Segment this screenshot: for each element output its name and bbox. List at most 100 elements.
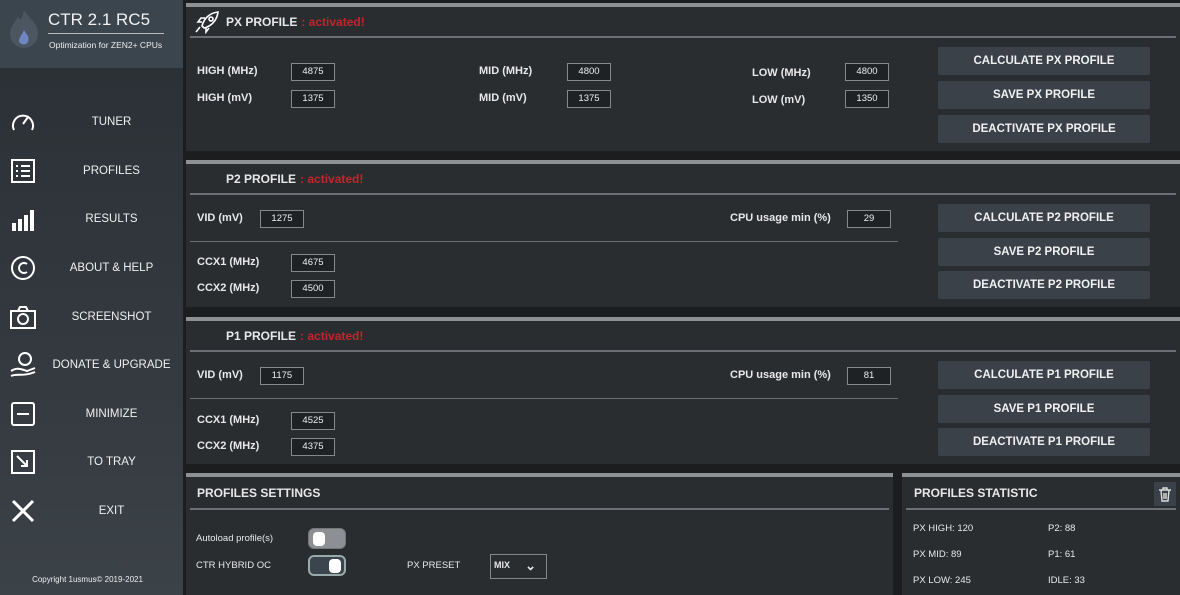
low-mv-label: LOW (mV) [752, 94, 806, 106]
stat-p2: P2: 88 [1048, 523, 1076, 534]
list-icon [11, 159, 35, 183]
ccx1-input[interactable]: 4675 [291, 254, 335, 272]
cpu-usage-input[interactable]: 29 [847, 210, 891, 228]
copyright: Copyright 1usmus© 2019-2021 [32, 575, 143, 584]
sidebar: CTR 2.1 RC5 Optimization for ZEN2+ CPUs … [0, 0, 183, 595]
camera-icon [10, 306, 36, 329]
nav-results[interactable]: RESULTS [0, 199, 183, 239]
nav-about[interactable]: ABOUT & HELP [0, 248, 183, 288]
nav-label: PROFILES [83, 165, 140, 177]
rocket-icon [195, 10, 219, 34]
nav-minimize[interactable]: MINIMIZE [0, 394, 183, 434]
brand-header: CTR 2.1 RC5 Optimization for ZEN2+ CPUs [0, 0, 183, 68]
deactivate-px-button[interactable]: DEACTIVATE PX PROFILE [938, 115, 1150, 143]
status-text: : activated! [300, 328, 364, 343]
nav-donate[interactable]: DONATE & UPGRADE [0, 345, 183, 385]
mid-mv-label: MID (mV) [479, 92, 527, 104]
p2-header: P2 PROFILE: activated! [190, 164, 1176, 195]
mid-mhz-label: MID (MHz) [479, 65, 533, 77]
stat-idle: IDLE: 33 [1048, 575, 1085, 586]
chevron-down-icon: ⌄ [525, 558, 536, 573]
save-p1-button[interactable]: SAVE P1 PROFILE [938, 395, 1150, 423]
nav-to-tray[interactable]: TO TRAY [0, 442, 183, 482]
stats-header: PROFILES STATISTIC [906, 477, 1176, 510]
cpu-usage-input[interactable]: 81 [847, 367, 891, 385]
autoload-label: Autoload profile(s) [196, 533, 274, 544]
hybrid-oc-label: CTR HYBRID OC [196, 560, 271, 571]
copyright-icon [11, 256, 35, 280]
ccx2-input[interactable]: 4500 [291, 280, 335, 298]
flame-logo-icon [10, 10, 38, 48]
minimize-icon [11, 402, 35, 426]
profiles-settings-panel: PROFILES SETTINGS Autoload profile(s) CT… [186, 473, 893, 595]
nav-screenshot[interactable]: SCREENSHOT [0, 297, 183, 337]
nav-label: DONATE & UPGRADE [52, 359, 171, 371]
speedometer-icon [12, 114, 34, 131]
panel-title: PROFILES SETTINGS [197, 485, 321, 500]
calculate-p2-button[interactable]: CALCULATE P2 PROFILE [938, 204, 1150, 232]
panel-title: PROFILES STATISTIC [914, 485, 1038, 500]
nav-exit[interactable]: EXIT [0, 491, 183, 531]
low-mhz-input[interactable]: 4800 [845, 63, 889, 81]
trash-icon [1159, 486, 1171, 502]
ccx2-label: CCX2 (MHz) [197, 282, 260, 294]
calculate-px-button[interactable]: CALCULATE PX PROFILE [938, 47, 1150, 75]
deactivate-p1-button[interactable]: DEACTIVATE P1 PROFILE [938, 428, 1150, 456]
px-preset-dropdown[interactable]: MIX ⌄ [490, 554, 547, 579]
low-mhz-label: LOW (MHz) [752, 67, 811, 79]
ccx2-label: CCX2 (MHz) [197, 440, 260, 452]
nav-label: EXIT [98, 505, 125, 517]
high-mhz-input[interactable]: 4875 [291, 63, 335, 81]
ccx1-label: CCX1 (MHz) [197, 256, 260, 268]
high-mv-input[interactable]: 1375 [291, 90, 335, 108]
p1-profile-panel: P1 PROFILE: activated! VID (mV) 1175 CPU… [186, 317, 1180, 464]
status-text: : activated! [301, 14, 365, 29]
nav-label: SCREENSHOT [71, 311, 152, 323]
donate-hand-icon [10, 352, 36, 377]
to-tray-icon [11, 450, 35, 474]
low-mv-input[interactable]: 1350 [845, 90, 889, 108]
mid-mhz-input[interactable]: 4800 [567, 63, 611, 81]
px-profile-panel: PX PROFILE: activated! HIGH (MHz) 4875 H… [186, 3, 1180, 151]
vid-input[interactable]: 1275 [260, 210, 304, 228]
cpu-usage-label: CPU usage min (%) [730, 369, 831, 381]
calculate-p1-button[interactable]: CALCULATE P1 PROFILE [938, 361, 1150, 389]
save-px-button[interactable]: SAVE PX PROFILE [938, 81, 1150, 109]
stat-px-high: PX HIGH: 120 [913, 523, 974, 534]
deactivate-p2-button[interactable]: DEACTIVATE P2 PROFILE [938, 271, 1150, 299]
high-mv-label: HIGH (mV) [197, 92, 252, 104]
ccx2-input[interactable]: 4375 [291, 438, 335, 456]
high-mhz-label: HIGH (MHz) [197, 65, 258, 77]
cpu-usage-label: CPU usage min (%) [730, 212, 831, 224]
app-title: CTR 2.1 RC5 [48, 10, 164, 34]
profiles-statistic-panel: PROFILES STATISTIC PX HIGH: 120 PX MID: … [902, 473, 1180, 595]
nav-profiles[interactable]: PROFILES [0, 151, 183, 191]
stat-px-mid: PX MID: 89 [913, 549, 962, 560]
px-header: PX PROFILE: activated! [190, 7, 1176, 38]
nav-label: RESULTS [85, 213, 138, 225]
divider [190, 398, 898, 399]
panel-title: PX PROFILE [226, 14, 298, 29]
nav-label: TUNER [91, 116, 132, 128]
p1-header: P1 PROFILE: activated! [190, 321, 1176, 352]
vid-input[interactable]: 1175 [260, 367, 304, 385]
ccx1-input[interactable]: 4525 [291, 412, 335, 430]
app-subtitle: Optimization for ZEN2+ CPUs [49, 40, 163, 50]
p2-profile-panel: P2 PROFILE: activated! VID (mV) 1275 CPU… [186, 160, 1180, 307]
nav-label: MINIMIZE [85, 408, 138, 420]
save-p2-button[interactable]: SAVE P2 PROFILE [938, 238, 1150, 266]
nav-tuner[interactable]: TUNER [0, 102, 183, 142]
preset-value: MIX [494, 560, 511, 570]
bar-chart-icon [12, 210, 34, 231]
panel-title: P1 PROFILE [226, 328, 297, 343]
px-preset-label: PX PRESET [407, 560, 461, 571]
divider [190, 241, 898, 242]
vid-label: VID (mV) [197, 212, 243, 224]
hybrid-oc-toggle[interactable] [308, 555, 346, 576]
autoload-toggle[interactable] [308, 528, 346, 549]
panel-title: P2 PROFILE [226, 171, 297, 186]
clear-stats-button[interactable] [1154, 482, 1176, 506]
mid-mv-input[interactable]: 1375 [567, 90, 611, 108]
close-icon [11, 499, 35, 523]
status-text: : activated! [300, 171, 364, 186]
